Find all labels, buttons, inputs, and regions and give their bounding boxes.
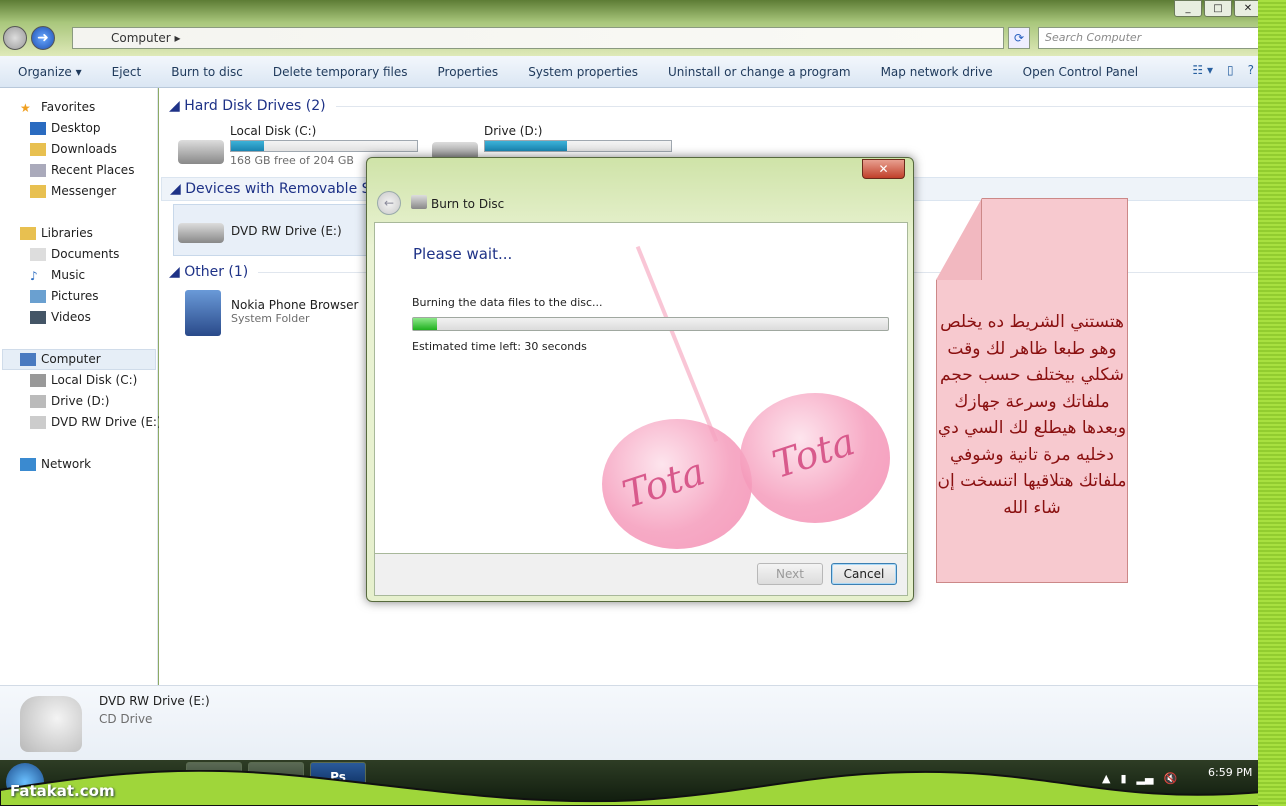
- nav-videos[interactable]: Videos: [30, 307, 91, 327]
- decorative-wave-frame: [0, 770, 1262, 806]
- refresh-icon[interactable]: ⟳: [1008, 27, 1030, 49]
- open-control-panel-button[interactable]: Open Control Panel: [1023, 65, 1138, 79]
- properties-button[interactable]: Properties: [438, 65, 499, 79]
- decorative-frame-edge: [1258, 0, 1286, 806]
- next-button[interactable]: Next: [757, 563, 823, 585]
- dvd-drive-tile[interactable]: DVD RW Drive (E:): [173, 204, 373, 256]
- system-properties-button[interactable]: System properties: [528, 65, 638, 79]
- dialog-close-button[interactable]: ✕: [862, 159, 905, 179]
- drive-c-usage-bar: [230, 140, 418, 152]
- details-pane: DVD RW Drive (E:) CD Drive: [0, 685, 1262, 761]
- videos-icon: [30, 310, 46, 324]
- back-button[interactable]: [3, 26, 27, 50]
- breadcrumb-computer[interactable]: Computer: [111, 31, 171, 45]
- hard-drive-icon: [30, 373, 46, 387]
- hard-drive-icon: [30, 394, 46, 408]
- nav-local-disk-c[interactable]: Local Disk (C:): [30, 370, 137, 390]
- title-bar: _ □ ✕ ➜ Computer ▸ ⟳ Search Computer: [0, 0, 1262, 56]
- disc-drive-icon: [411, 195, 427, 209]
- burn-to-disc-dialog: ✕ ← Burn to Disc Tota Tota Please wait..…: [366, 157, 914, 602]
- window-controls: _ □ ✕: [1174, 0, 1262, 17]
- nav-pictures[interactable]: Pictures: [30, 286, 99, 306]
- dialog-back-button[interactable]: ←: [377, 191, 401, 215]
- drive-d-usage-bar: [484, 140, 672, 152]
- view-options-icon[interactable]: ☷ ▾: [1192, 63, 1213, 77]
- drive-d[interactable]: Drive (D:): [484, 124, 672, 154]
- address-bar[interactable]: Computer ▸: [72, 27, 1004, 49]
- nav-dvd-drive[interactable]: DVD RW Drive (E:): [30, 412, 162, 432]
- forward-button[interactable]: ➜: [31, 26, 55, 50]
- nav-recent-places[interactable]: Recent Places: [30, 160, 134, 180]
- minimize-button[interactable]: _: [1174, 0, 1202, 17]
- dialog-body: Tota Tota Please wait... Burning the dat…: [374, 222, 908, 554]
- nav-network[interactable]: Network: [20, 454, 91, 474]
- delete-temp-files-button[interactable]: Delete temporary files: [273, 65, 408, 79]
- nav-drive-d[interactable]: Drive (D:): [30, 391, 109, 411]
- dvd-drive-icon: [20, 696, 82, 752]
- nokia-phone-browser[interactable]: Nokia Phone Browser System Folder: [231, 298, 358, 325]
- recent-icon: [30, 163, 46, 177]
- map-network-drive-button[interactable]: Map network drive: [881, 65, 993, 79]
- burn-to-disc-button[interactable]: Burn to disc: [171, 65, 243, 79]
- search-input[interactable]: Search Computer: [1038, 27, 1262, 49]
- library-icon: [20, 226, 36, 240]
- dialog-footer: Next Cancel: [374, 554, 908, 596]
- navigation-pane: ★ Favorites Desktop Downloads Recent Plac…: [0, 88, 162, 685]
- time-left: Estimated time left: 30 seconds: [412, 340, 587, 353]
- nav-favorites[interactable]: ★ Favorites: [20, 97, 95, 117]
- pictures-icon: [30, 289, 46, 303]
- cancel-button[interactable]: Cancel: [831, 563, 897, 585]
- nokia-phone-icon: [185, 290, 221, 336]
- command-bar: Organize ▾ Eject Burn to disc Delete tem…: [0, 56, 1262, 88]
- cherry-stem: [635, 245, 719, 443]
- music-icon: ♪: [30, 268, 38, 283]
- nav-desktop[interactable]: Desktop: [30, 118, 101, 138]
- dialog-heading: Please wait...: [413, 245, 513, 263]
- group-hard-disk-drives[interactable]: ◢ Hard Disk Drives (2): [161, 94, 1261, 118]
- dialog-title: Burn to Disc: [431, 197, 505, 211]
- nav-libraries[interactable]: Libraries: [20, 223, 93, 243]
- nav-messenger[interactable]: Messenger: [30, 181, 116, 201]
- nav-music[interactable]: ♪ Music: [30, 265, 85, 285]
- site-watermark: Fatakat.com: [10, 782, 115, 800]
- burn-progress-bar: [412, 317, 889, 331]
- dvd-drive-icon: [30, 415, 46, 429]
- eject-button[interactable]: Eject: [112, 65, 142, 79]
- network-icon: [20, 457, 36, 471]
- desktop-icon: [30, 121, 46, 135]
- organize-button[interactable]: Organize ▾: [18, 65, 82, 79]
- documents-icon: [30, 247, 46, 261]
- hard-drive-icon: [178, 140, 224, 164]
- maximize-button[interactable]: □: [1204, 0, 1232, 17]
- preview-pane-icon[interactable]: ▯: [1227, 63, 1234, 77]
- nav-documents[interactable]: Documents: [30, 244, 119, 264]
- computer-icon: [20, 352, 36, 366]
- burn-status: Burning the data files to the disc...: [412, 296, 603, 309]
- note-text: هتستني الشريط ده يخلص وهو طبعا ظاهر لك و…: [937, 312, 1127, 518]
- help-icon[interactable]: ?: [1248, 63, 1254, 77]
- uninstall-program-button[interactable]: Uninstall or change a program: [668, 65, 851, 79]
- nav-downloads[interactable]: Downloads: [30, 139, 117, 159]
- dvd-drive-icon: [178, 223, 224, 243]
- folder-icon: [30, 142, 46, 156]
- nav-computer[interactable]: Computer: [20, 349, 101, 369]
- star-icon: ★: [20, 100, 31, 115]
- folder-icon: [30, 184, 46, 198]
